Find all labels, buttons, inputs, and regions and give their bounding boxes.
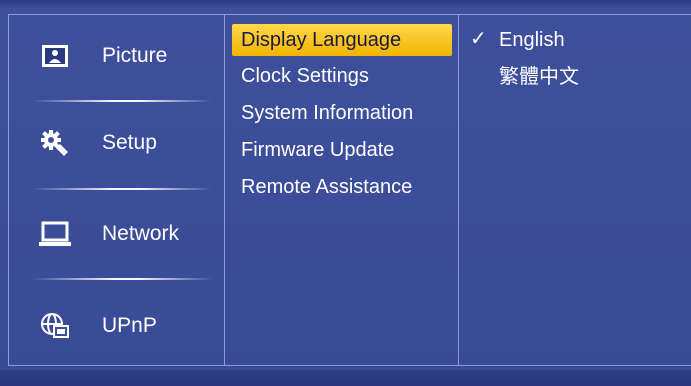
gear-wrench-icon [38, 129, 72, 157]
bottom-bar [0, 370, 691, 386]
menu-item-clock-settings[interactable]: Clock Settings [232, 60, 452, 92]
sidebar-item-label: Network [102, 222, 180, 245]
language-option-english[interactable]: English [499, 25, 565, 55]
sidebar-item-label: Picture [102, 44, 168, 67]
check-icon: ✓ [470, 28, 487, 50]
sidebar-item-label: Setup [102, 131, 157, 154]
globe-screen-icon [38, 312, 72, 340]
sidebar-divider [32, 278, 212, 280]
sidebar-item-picture[interactable]: Picture [20, 26, 210, 86]
sidebar-divider [32, 188, 212, 190]
menu-item-display-language[interactable]: Display Language [232, 24, 452, 56]
top-bar [0, 0, 691, 8]
picture-icon [38, 42, 72, 70]
language-option-traditional-chinese[interactable]: 繁體中文 [499, 62, 579, 92]
sidebar-item-network[interactable]: Network [20, 204, 210, 264]
sidebar-item-setup[interactable]: Setup [20, 113, 210, 173]
sidebar-item-label: UPnP [102, 314, 157, 337]
column-divider-left [224, 14, 225, 366]
menu-item-system-information[interactable]: System Information [232, 97, 452, 129]
sidebar-divider [32, 100, 212, 102]
menu-item-firmware-update[interactable]: Firmware Update [232, 134, 452, 166]
menu-item-remote-assistance[interactable]: Remote Assistance [232, 171, 452, 203]
sidebar-item-upnp[interactable]: UPnP [20, 296, 210, 356]
laptop-icon [38, 220, 72, 248]
column-divider-right [458, 14, 459, 366]
settings-screen: Picture Setup Network UPnP Display Langu… [0, 0, 691, 386]
